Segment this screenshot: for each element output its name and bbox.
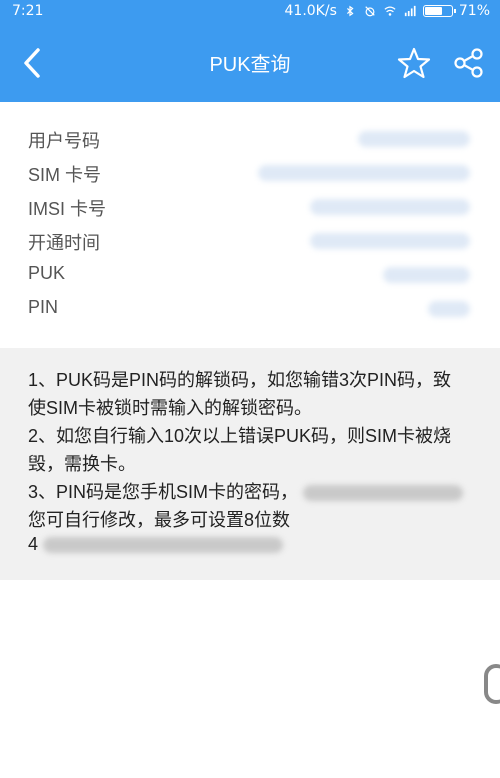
network-speed: 41.0K/s bbox=[284, 3, 337, 19]
share-icon bbox=[454, 48, 483, 78]
note-line-2: 使SIM卡被锁时需输入的解锁密码。 bbox=[28, 398, 312, 418]
info-label: PIN bbox=[28, 297, 59, 317]
info-label: SIM 卡号 bbox=[28, 165, 102, 185]
redacted-value bbox=[383, 267, 470, 283]
note-line-4: 毁，需换卡。 bbox=[28, 454, 136, 474]
battery-icon bbox=[422, 5, 456, 17]
note-line-5: 3、PIN码是您手机SIM卡的密码， bbox=[28, 478, 464, 504]
status-bar: 7:21 41.0K/s 71% bbox=[0, 0, 500, 24]
note-line-7-text: 4 bbox=[28, 534, 39, 554]
floating-scroll-handle[interactable] bbox=[484, 664, 500, 704]
info-row-phone: 用户号码 bbox=[28, 127, 500, 155]
notes-section: 1、PUK码是PIN码的解锁码，如您输错3次PIN码，致 使SIM卡被锁时需输入… bbox=[0, 348, 500, 580]
battery-fill bbox=[424, 7, 442, 15]
sim-info-section: 用户号码 SIM 卡号 IMSI 卡号 开通时间 PUK PIN bbox=[0, 102, 500, 348]
info-row-imsi: IMSI 卡号 bbox=[28, 195, 500, 223]
redacted-value bbox=[428, 301, 470, 317]
info-row-activation: 开通时间 bbox=[28, 229, 500, 257]
note-line-3: 2、如您自行输入10次以上错误PUK码，则SIM卡被烧 bbox=[28, 426, 452, 446]
app-bar: PUK查询 bbox=[0, 24, 500, 102]
redacted-text bbox=[43, 537, 284, 554]
note-line-1: 1、PUK码是PIN码的解锁码，如您输错3次PIN码，致 bbox=[28, 370, 452, 390]
info-row-pin: PIN bbox=[28, 297, 500, 325]
redacted-value bbox=[310, 199, 470, 215]
star-icon bbox=[397, 47, 431, 79]
wifi-icon bbox=[384, 6, 396, 16]
info-label: IMSI 卡号 bbox=[28, 199, 107, 219]
info-label: 开通时间 bbox=[28, 233, 100, 253]
bluetooth-icon bbox=[346, 5, 354, 17]
note-line-5-text: 3、PIN码是您手机SIM卡的密码， bbox=[28, 482, 299, 502]
empty-area bbox=[0, 580, 500, 778]
status-time: 7:21 bbox=[12, 3, 44, 19]
alarm-off-icon bbox=[365, 6, 375, 17]
status-right-group: 41.0K/s 71% bbox=[285, 3, 491, 19]
info-row-sim: SIM 卡号 bbox=[28, 161, 500, 189]
redacted-value bbox=[310, 233, 470, 249]
note-line-6: 您可自行修改，最多可设置8位数 bbox=[28, 510, 291, 530]
favorite-button[interactable] bbox=[395, 44, 433, 82]
info-row-puk: PUK bbox=[28, 263, 500, 291]
info-label: PUK bbox=[28, 263, 66, 283]
battery-percent: 71% bbox=[458, 3, 490, 19]
redacted-text bbox=[303, 485, 464, 502]
info-label: 用户号码 bbox=[28, 131, 100, 151]
note-line-7: 4 bbox=[28, 534, 284, 555]
redacted-value bbox=[258, 165, 470, 181]
signal-icon bbox=[404, 5, 416, 17]
share-button[interactable] bbox=[450, 44, 488, 82]
redacted-value bbox=[358, 131, 470, 147]
